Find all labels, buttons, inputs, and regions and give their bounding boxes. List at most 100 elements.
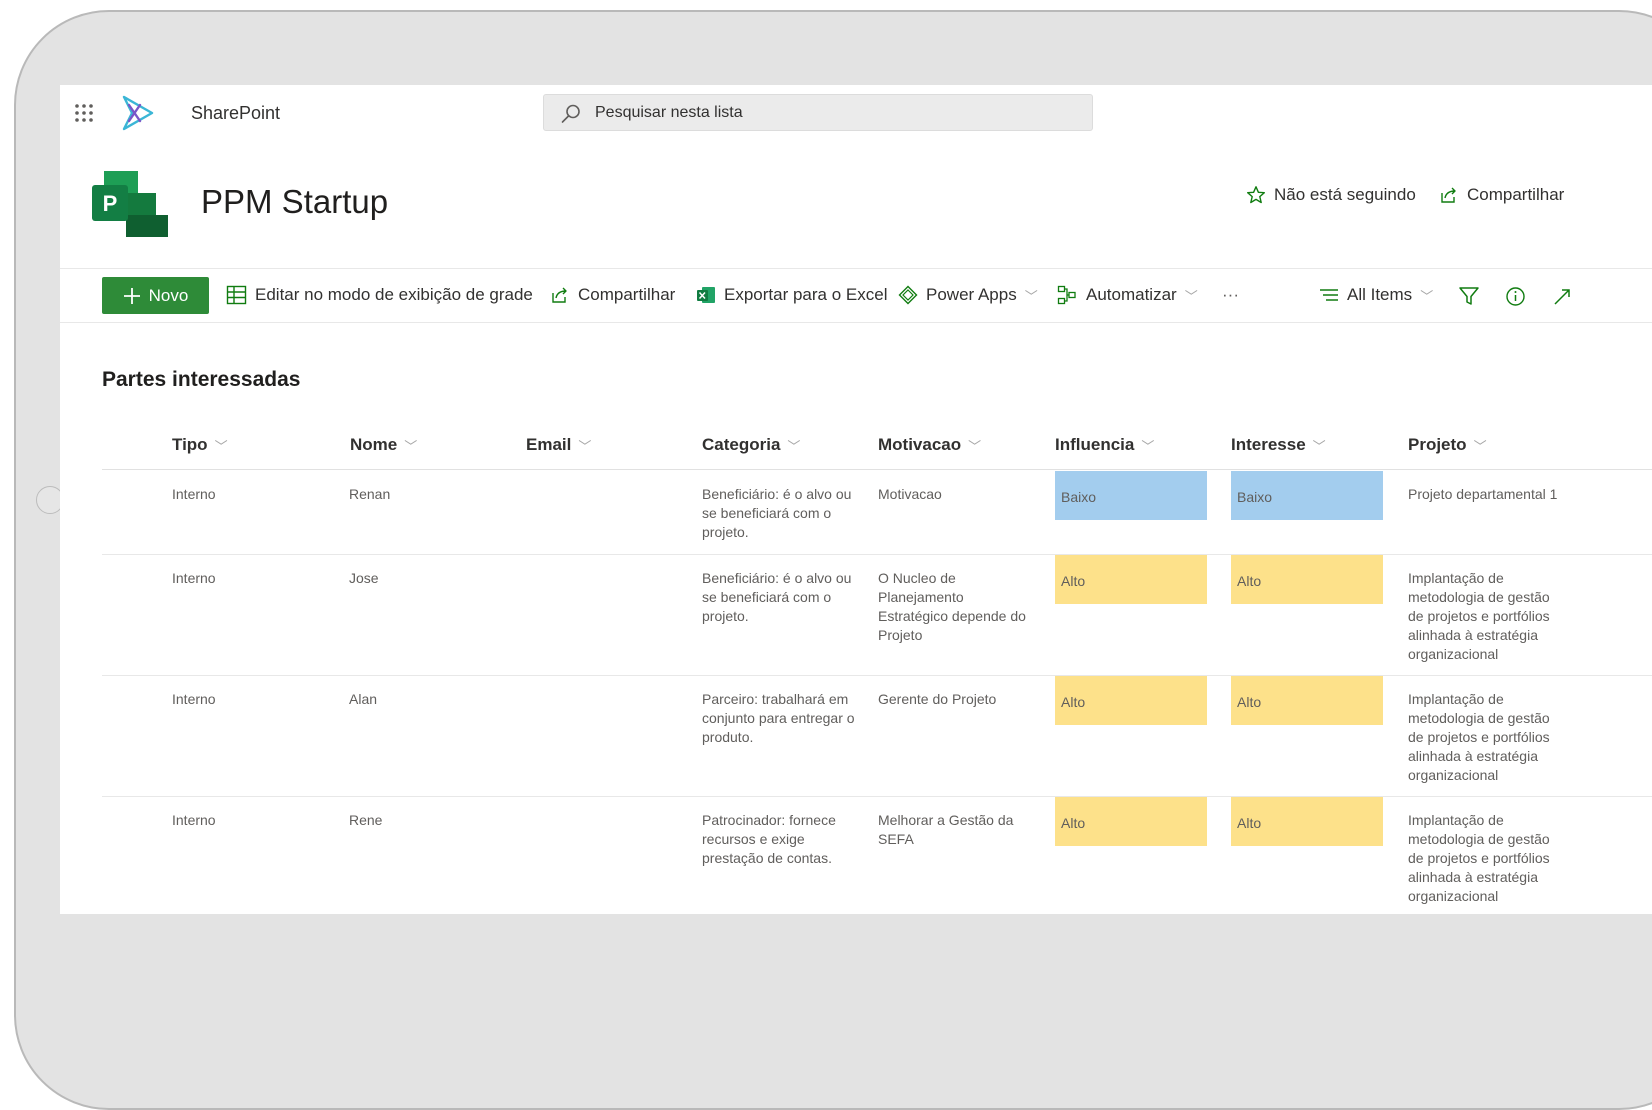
header-divider — [102, 469, 1652, 470]
cell-nome[interactable]: Jose — [349, 569, 499, 588]
influencia-badge: Alto — [1055, 555, 1207, 604]
cell-motivacao: O Nucleo de Planejamento Estratégico dep… — [878, 570, 1026, 643]
power-apps-label: Power Apps — [926, 285, 1017, 304]
column-header-interesse[interactable]: Interesse ﹀ — [1231, 435, 1326, 455]
share-site-label: Compartilhar — [1467, 185, 1565, 204]
power-apps-icon — [898, 285, 918, 305]
cell-motivacao: Motivacao — [878, 486, 942, 502]
app-logo-icon[interactable] — [118, 93, 158, 133]
interesse-badge: Alto — [1231, 676, 1383, 725]
share-list-button[interactable]: Compartilhar — [550, 285, 675, 305]
share-icon — [552, 287, 567, 303]
follow-button[interactable]: Não está seguindo — [1246, 185, 1416, 205]
column-header-label: Nome — [350, 435, 398, 454]
view-label: All Items — [1347, 285, 1413, 304]
column-header-email[interactable]: Email ﹀ — [526, 435, 591, 455]
chevron-down-icon: ﹀ — [1473, 438, 1487, 454]
share-site-button[interactable]: Compartilhar — [1439, 185, 1564, 205]
chevron-down-icon: ﹀ — [1420, 288, 1434, 304]
influencia-badge: Baixo — [1055, 471, 1207, 520]
influencia-badge: Alto — [1055, 797, 1207, 846]
cell-tipo: Interno — [172, 812, 216, 828]
chevron-down-icon: ﹀ — [404, 438, 418, 454]
grid-icon — [226, 285, 247, 305]
cell-categoria: Parceiro: trabalhará em conjunto para en… — [702, 691, 855, 745]
app-launcher-icon[interactable] — [72, 101, 96, 125]
sharepoint-screen: SharePoint Pesquisar nesta lista P PPM S… — [60, 85, 1652, 914]
power-apps-button[interactable]: Power Apps ﹀ — [898, 285, 1038, 305]
expand-icon[interactable] — [1552, 286, 1572, 307]
chevron-down-icon: ﹀ — [1312, 438, 1326, 454]
cell-motivacao: Gerente do Projeto — [878, 691, 997, 707]
list-title: Partes interessadas — [102, 368, 301, 391]
export-excel-label: Exportar para o Excel — [724, 285, 888, 304]
row-divider — [102, 796, 1652, 797]
column-header-influencia[interactable]: Influencia ﹀ — [1055, 435, 1154, 455]
column-header-label: Categoria — [702, 435, 781, 454]
cell-categoria: Beneficiário: é o alvo ou se beneficiará… — [702, 570, 852, 624]
command-bar: Novo Editar no modo de exibição de grade… — [60, 268, 1652, 323]
cell-categoria: Patrocinador: fornece recursos e exige p… — [702, 812, 836, 866]
grid-edit-button[interactable]: Editar no modo de exibição de grade — [226, 285, 533, 305]
column-header-tipo[interactable]: Tipo ﹀ — [172, 435, 228, 455]
cell-motivacao: Melhorar a Gestão da SEFA — [878, 812, 1014, 847]
share-list-label: Compartilhar — [578, 285, 676, 304]
grid-edit-label: Editar no modo de exibição de grade — [255, 285, 533, 304]
new-label: Novo — [148, 285, 189, 305]
flow-icon — [1057, 285, 1076, 305]
automate-button[interactable]: Automatizar ﹀ — [1057, 285, 1198, 305]
cell-projeto: Projeto departamental 1 — [1408, 486, 1558, 502]
star-icon — [1247, 186, 1265, 204]
column-header-label: Projeto — [1408, 435, 1467, 454]
new-button[interactable]: Novo — [102, 277, 209, 314]
column-header-label: Interesse — [1231, 435, 1306, 454]
chevron-down-icon: ﹀ — [1184, 288, 1198, 304]
row-divider — [102, 675, 1652, 676]
chevron-down-icon: ﹀ — [1024, 288, 1038, 304]
search-placeholder: Pesquisar nesta lista — [595, 104, 743, 121]
project-logo-icon: P — [92, 171, 168, 237]
svg-text:P: P — [103, 191, 118, 216]
excel-icon — [697, 287, 715, 303]
site-title[interactable]: PPM Startup — [201, 183, 388, 221]
app-name[interactable]: SharePoint — [191, 103, 280, 124]
share-icon — [1441, 187, 1456, 203]
cell-projeto: Implantação de metodologia de gestão de … — [1408, 570, 1550, 662]
search-box[interactable]: Pesquisar nesta lista — [543, 94, 1093, 131]
view-list-icon — [1320, 289, 1338, 301]
cell-tipo: Interno — [172, 691, 216, 707]
suite-bar: SharePoint Pesquisar nesta lista — [60, 85, 1652, 141]
export-excel-button[interactable]: Exportar para o Excel — [696, 285, 887, 305]
more-commands-button[interactable]: ··· — [1222, 285, 1239, 305]
info-icon[interactable] — [1505, 286, 1526, 307]
search-icon — [561, 104, 580, 123]
view-selector[interactable]: All Items ﹀ — [1319, 285, 1433, 305]
cell-nome[interactable]: Renan — [349, 485, 499, 504]
column-header-label: Motivacao — [878, 435, 962, 454]
column-header-categoria[interactable]: Categoria ﹀ — [702, 435, 800, 455]
cell-tipo: Interno — [172, 486, 216, 502]
cell-projeto: Implantação de metodologia de gestão de … — [1408, 691, 1550, 783]
cell-categoria: Beneficiário: é o alvo ou se beneficiará… — [702, 486, 852, 540]
cell-projeto: Implantação de metodologia de gestão de … — [1408, 812, 1550, 904]
row-divider — [102, 554, 1652, 555]
column-header-label: Influencia — [1055, 435, 1135, 454]
cell-tipo: Interno — [172, 570, 216, 586]
column-header-projeto[interactable]: Projeto ﹀ — [1408, 435, 1487, 455]
cell-nome[interactable]: Rene — [349, 811, 499, 830]
chevron-down-icon: ﹀ — [787, 438, 801, 454]
interesse-badge: Alto — [1231, 797, 1383, 846]
interesse-badge: Alto — [1231, 555, 1383, 604]
column-header-nome[interactable]: Nome ﹀ — [350, 435, 417, 455]
column-header-motivacao[interactable]: Motivacao ﹀ — [878, 435, 981, 455]
influencia-badge: Alto — [1055, 676, 1207, 725]
filter-icon[interactable] — [1458, 286, 1480, 307]
automate-label: Automatizar — [1086, 285, 1177, 304]
column-header-label: Email — [526, 435, 572, 454]
chevron-down-icon: ﹀ — [578, 438, 592, 454]
column-header-label: Tipo — [172, 435, 208, 454]
chevron-down-icon: ﹀ — [214, 438, 228, 454]
more-label: ··· — [1222, 285, 1239, 304]
cell-nome[interactable]: Alan — [349, 690, 499, 709]
chevron-down-icon: ﹀ — [968, 438, 982, 454]
